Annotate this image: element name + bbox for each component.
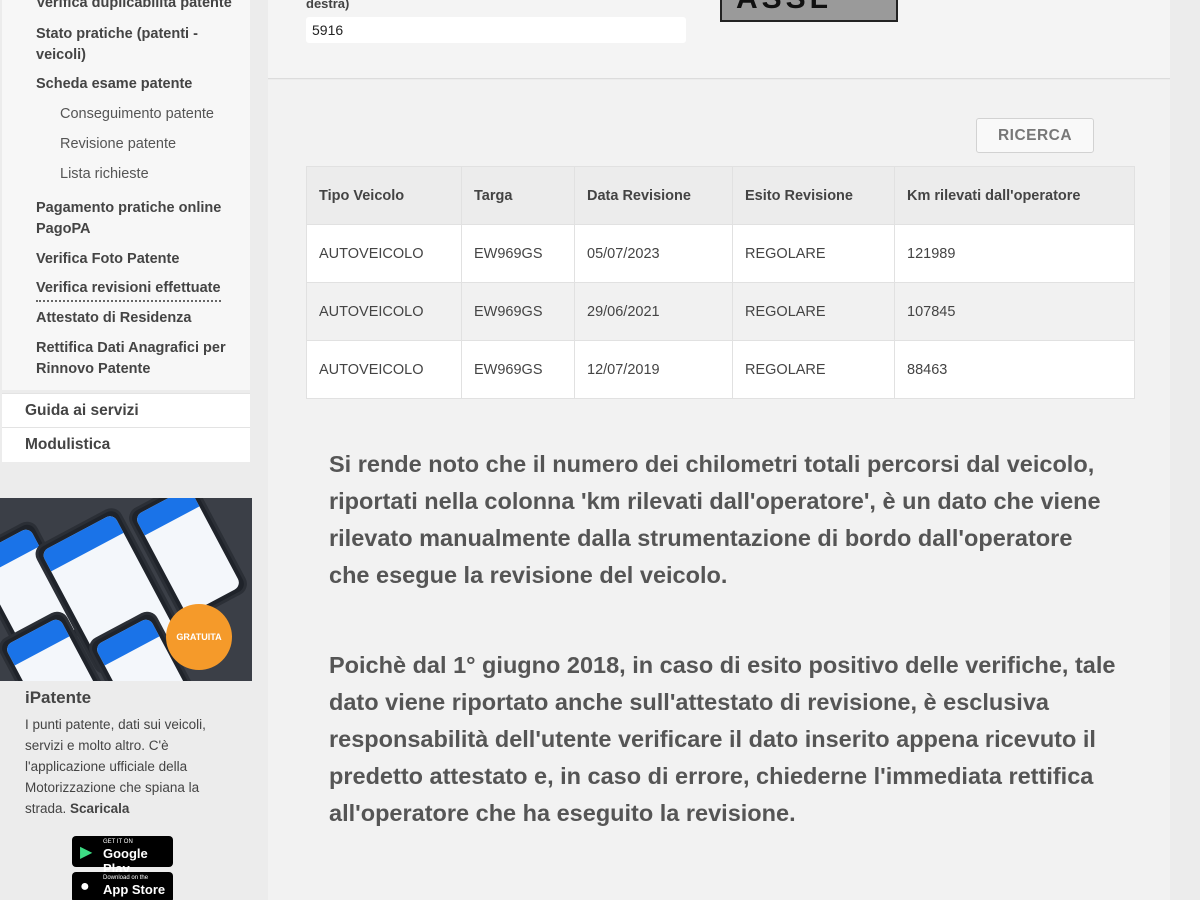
page: Verifica duplicabilità patente Stato pra… — [0, 0, 1200, 900]
table-cell: 29/06/2021 — [574, 282, 733, 341]
column-header: Esito Revisione — [732, 166, 895, 225]
table-cell: 121989 — [894, 224, 1135, 283]
sidebar-item-guida-servizi[interactable]: Guida ai servizi — [2, 393, 250, 427]
table-cell: EW969GS — [461, 224, 575, 283]
column-header: Tipo Veicolo — [306, 166, 462, 225]
table-cell: REGOLARE — [732, 282, 895, 341]
revisioni-table: Tipo Veicolo Targa Data Revisione Esito … — [306, 166, 1135, 399]
google-play-button[interactable]: ▶ GET IT ON Google Play — [72, 836, 173, 876]
sidebar-subitem-revisione[interactable]: Revisione patente — [60, 136, 176, 152]
sidebar-item-verifica-duplicabilita[interactable]: Verifica duplicabilità patente — [36, 0, 250, 14]
ipatente-promo-image[interactable]: GRATUITA — [0, 498, 252, 681]
table-cell: 88463 — [894, 340, 1135, 399]
captcha-input[interactable] — [306, 17, 686, 43]
sidebar-item-label: Guida ai servizi — [25, 402, 139, 419]
sidebar-item-stato-pratiche[interactable]: Stato pratiche (patenti - veicoli) — [36, 24, 226, 66]
table-row: AUTOVEICOLO EW969GS 29/06/2021 REGOLARE … — [306, 282, 1135, 341]
sidebar-item-scheda-esame[interactable]: Scheda esame patente — [36, 74, 250, 95]
google-play-icon: ▶ — [80, 844, 93, 861]
table-cell: 05/07/2023 — [574, 224, 733, 283]
sidebar-subitem-conseguimento[interactable]: Conseguimento patente — [60, 106, 214, 122]
search-button[interactable]: RICERCA — [976, 118, 1094, 153]
table-cell: 107845 — [894, 282, 1135, 341]
sidebar-item-verifica-revisioni[interactable]: Verifica revisioni effettuate — [36, 278, 221, 302]
app-store-label: App Store — [103, 882, 166, 897]
table-cell: EW969GS — [461, 340, 575, 399]
km-responsibility-paragraph: Poichè dal 1° giugno 2018, in caso di es… — [329, 652, 1116, 826]
table-cell: REGOLARE — [732, 340, 895, 399]
sidebar-item-rettifica-dati[interactable]: Rettifica Dati Anagrafici per Rinnovo Pa… — [36, 338, 246, 380]
table-cell: 12/07/2019 — [574, 340, 733, 399]
table-cell: REGOLARE — [732, 224, 895, 283]
column-header: Targa — [461, 166, 575, 225]
google-play-small-label: GET IT ON — [103, 839, 133, 845]
sidebar-item-pagamento-pagopa[interactable]: Pagamento pratiche online PagoPA — [36, 198, 241, 240]
sidebar-item-verifica-foto[interactable]: Verifica Foto Patente — [36, 249, 250, 270]
column-header: Data Revisione — [574, 166, 733, 225]
sidebar-menu: Verifica duplicabilità patente Stato pra… — [2, 0, 250, 390]
app-store-small-label: Download on the — [103, 875, 149, 881]
app-description: I punti patente, dati sui veicoli, servi… — [25, 714, 225, 819]
table-row: AUTOVEICOLO EW969GS 05/07/2023 REGOLARE … — [306, 224, 1135, 283]
table-cell: EW969GS — [461, 282, 575, 341]
gratuita-badge: GRATUITA — [166, 604, 232, 670]
table-header-row: Tipo Veicolo Targa Data Revisione Esito … — [306, 166, 1135, 225]
km-notice-paragraph: Si rende noto che il numero dei chilomet… — [329, 451, 1101, 588]
table-row: AUTOVEICOLO EW969GS 12/07/2019 REGOLARE … — [306, 340, 1135, 399]
table-cell: AUTOVEICOLO — [306, 282, 462, 341]
sidebar-item-modulistica[interactable]: Modulistica — [2, 427, 250, 462]
apple-icon: ● — [80, 878, 90, 895]
captcha-image: ASSL — [720, 0, 898, 22]
column-header: Km rilevati dall'operatore — [894, 166, 1135, 225]
sidebar: Verifica duplicabilità patente Stato pra… — [0, 0, 252, 900]
sidebar-item-label: Modulistica — [25, 436, 111, 453]
field-label: destra) — [306, 0, 350, 11]
table-cell: AUTOVEICOLO — [306, 224, 462, 283]
sidebar-item-attestato-residenza[interactable]: Attestato di Residenza — [36, 308, 250, 329]
sidebar-subitem-lista-richieste[interactable]: Lista richieste — [60, 166, 149, 182]
table-cell: AUTOVEICOLO — [306, 340, 462, 399]
app-title: iPatente — [25, 688, 92, 707]
app-store-button[interactable]: ● Download on the App Store — [72, 872, 173, 900]
download-link[interactable]: Scaricala — [70, 801, 129, 816]
captcha-text: ASSL — [736, 0, 832, 16]
